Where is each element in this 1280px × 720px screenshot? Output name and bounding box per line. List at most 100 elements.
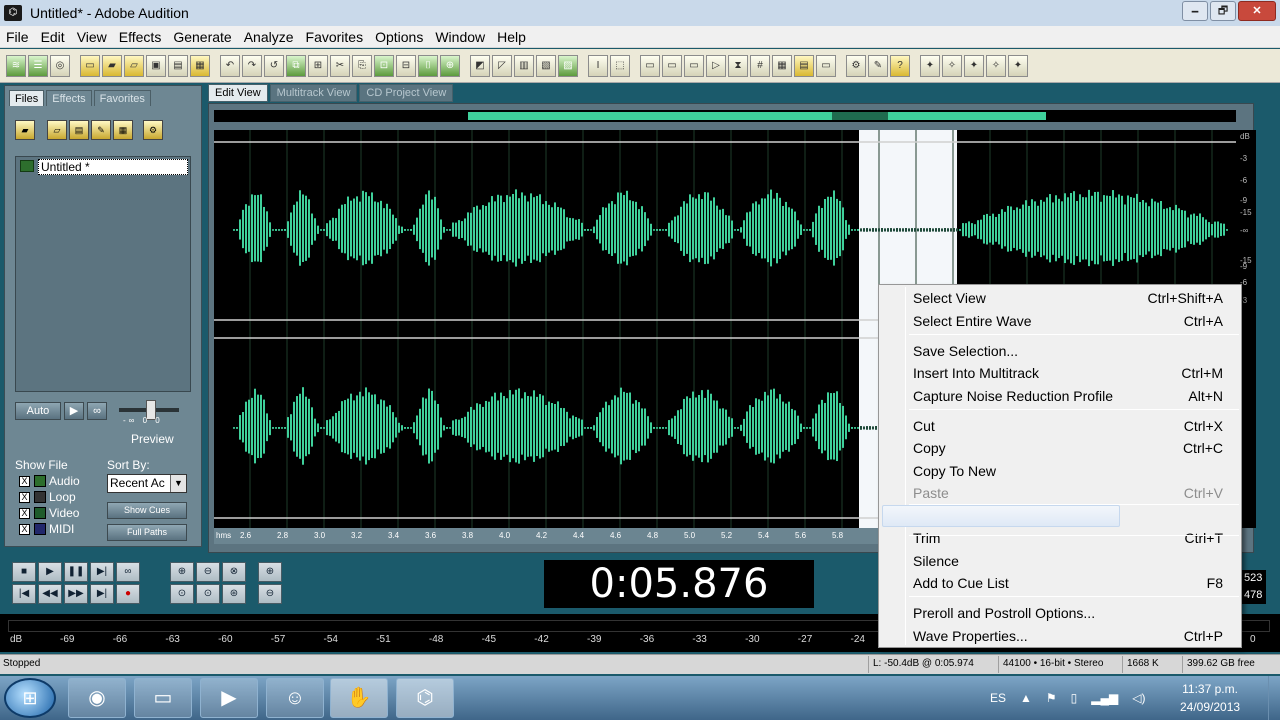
menu-item-trim[interactable]: Trim Ctrl+T [881,527,1239,549]
show-cues-button[interactable]: Show Cues [107,502,187,519]
fast-forward-icon[interactable]: ▶▶ [64,584,88,604]
tab-favorites[interactable]: Favorites [93,90,151,106]
fx-e-icon[interactable]: ✦ [1008,54,1028,77]
open-file-icon[interactable]: ▰ [15,120,35,140]
zoom-right-icon[interactable]: ⊙ [196,584,220,604]
menu-item-save-selection[interactable]: Save Selection... [881,340,1239,362]
fx-d-icon[interactable]: ✧ [986,54,1006,77]
phase-view-icon[interactable]: ▨ [558,54,578,77]
audition-app-icon[interactable]: ⌬ [4,5,22,21]
mix-paste-icon[interactable]: ⊟ [396,54,416,77]
menu-item-insert-into-multitrack[interactable]: Insert Into Multitrack Ctrl+M [881,362,1239,384]
spectral-icon[interactable]: ◩ [470,54,490,77]
menu-item-preroll-postroll-options[interactable]: Preroll and Postroll Options... [881,602,1239,624]
tool-g-icon[interactable]: ▦ [772,54,792,77]
chevron-down-icon[interactable]: ▼ [170,475,186,492]
menu-item-silence[interactable]: Silence [881,550,1239,572]
cd-view-icon[interactable]: ◎ [50,54,70,77]
open-file-icon[interactable]: ▰ [102,54,122,77]
menu-item-capture-noise-reduction-profile[interactable]: Capture Noise Reduction Profile Alt+N [881,385,1239,407]
chrome-icon[interactable]: ◉ [68,678,126,718]
spectral-view-icon[interactable]: ▥ [514,54,534,77]
redo-icon[interactable]: ↷ [242,54,262,77]
filter-midi-checkbox[interactable]: X [19,523,30,535]
explorer-folder-icon[interactable]: ▭ [134,678,192,718]
menu-item-select-entire-wave[interactable]: Select Entire Wave Ctrl+A [881,310,1239,332]
close-button[interactable]: ✕ [1238,1,1276,21]
close-file-icon[interactable]: ▤ [69,120,89,140]
menu-options[interactable]: Options [369,29,429,45]
preview-loop-button[interactable]: ∞ [87,402,107,420]
menu-item-select-view[interactable]: Select View Ctrl+Shift+A [881,287,1239,309]
auto-play-button[interactable]: Auto [15,402,61,420]
network-icon[interactable]: ▂▄▆ [1091,691,1118,705]
battery-icon[interactable]: ▯ [1071,691,1078,705]
go-to-start-icon[interactable]: |◀ [12,584,36,604]
menu-help[interactable]: Help [491,29,532,45]
tool-b-icon[interactable]: ▭ [662,54,682,77]
batch-icon[interactable]: ▦ [190,54,210,77]
play-to-end-icon[interactable]: ▶| [90,562,114,582]
restore-button[interactable]: 🗗 [1210,1,1236,21]
menu-item-copy[interactable]: Copy Ctrl+C [881,437,1239,459]
fx-c-icon[interactable]: ✦ [964,54,984,77]
help-icon[interactable]: ? [890,54,910,77]
save-all-icon[interactable]: ▤ [168,54,188,77]
full-paths-button[interactable]: Full Paths [107,524,187,541]
tab-cd-project-view[interactable]: CD Project View [359,84,454,102]
settings-b-icon[interactable]: ✎ [868,54,888,77]
preview-play-button[interactable]: ▶ [64,402,84,420]
insert-icon[interactable]: ▦ [113,120,133,140]
cut-icon[interactable]: ✂ [330,54,350,77]
edit-file-icon[interactable]: ✎ [91,120,111,140]
new-file-icon[interactable]: ▭ [80,54,100,77]
tab-multitrack-view[interactable]: Multitrack View [269,84,358,102]
zoom-out-horizontal-icon[interactable]: ⊖ [196,562,220,582]
zoom-left-icon[interactable]: ⊙ [170,584,194,604]
tool-i-icon[interactable]: ▭ [816,54,836,77]
loop-play-icon[interactable]: ∞ [116,562,140,582]
save-icon[interactable]: ▣ [146,54,166,77]
tool-h-icon[interactable]: ▤ [794,54,814,77]
filter-audio-checkbox[interactable]: X [19,475,30,487]
menu-favorites[interactable]: Favorites [300,29,370,45]
tool-d-icon[interactable]: ▷ [706,54,726,77]
open-append-icon[interactable]: ▱ [124,54,144,77]
menu-item-cut[interactable]: Cut Ctrl+X [881,415,1239,437]
zoom-out-full-icon[interactable]: ⊗ [222,562,246,582]
filter-midi[interactable]: X MIDI [19,522,74,536]
menu-generate[interactable]: Generate [167,29,237,45]
waveform-view-icon[interactable]: ◸ [492,54,512,77]
undo-icon[interactable]: ↶ [220,54,240,77]
volume-icon[interactable]: ◁) [1132,691,1145,705]
filter-loop[interactable]: X Loop [19,490,76,504]
multitrack-view-icon[interactable]: ☰ [28,54,48,77]
stop-icon[interactable]: ■ [12,562,36,582]
menu-item-add-to-cue-list[interactable]: Add to Cue List F8 [881,572,1239,594]
record-icon[interactable]: ● [116,584,140,604]
trim-icon[interactable]: ⌷ [418,54,438,77]
contacts-icon[interactable]: ☺ [266,678,324,718]
show-hidden-icons-icon[interactable]: ▲ [1020,691,1032,705]
silence-icon[interactable]: ⊕ [440,54,460,77]
menu-view[interactable]: View [71,29,113,45]
zoom-out-vertical-icon[interactable]: ⊖ [258,584,282,604]
overview-bar[interactable] [214,110,1236,122]
tool-e-icon[interactable]: ⧗ [728,54,748,77]
options-icon[interactable]: ⚙ [143,120,163,140]
menu-analyze[interactable]: Analyze [238,29,300,45]
edit-view-icon[interactable]: ≋ [6,54,26,77]
tab-edit-view[interactable]: Edit View [208,84,268,102]
play-icon[interactable]: ▶ [38,562,62,582]
copy-icon[interactable]: ⧉ [286,54,306,77]
tab-files[interactable]: Files [9,90,45,106]
tool-c-icon[interactable]: ▭ [684,54,704,77]
tool-f-icon[interactable]: # [750,54,770,77]
menu-edit[interactable]: Edit [35,29,71,45]
filter-audio[interactable]: X Audio [19,474,80,488]
file-item-untitled[interactable]: Untitled * [38,159,188,175]
menu-item-copy-to-new[interactable]: Copy To New [881,460,1239,482]
minimize-button[interactable]: 🗕 [1182,1,1208,21]
clock[interactable]: 11:37 p.m. 24/09/2013 [1180,680,1240,716]
windows-start-icon[interactable]: ⊞ [4,678,56,718]
